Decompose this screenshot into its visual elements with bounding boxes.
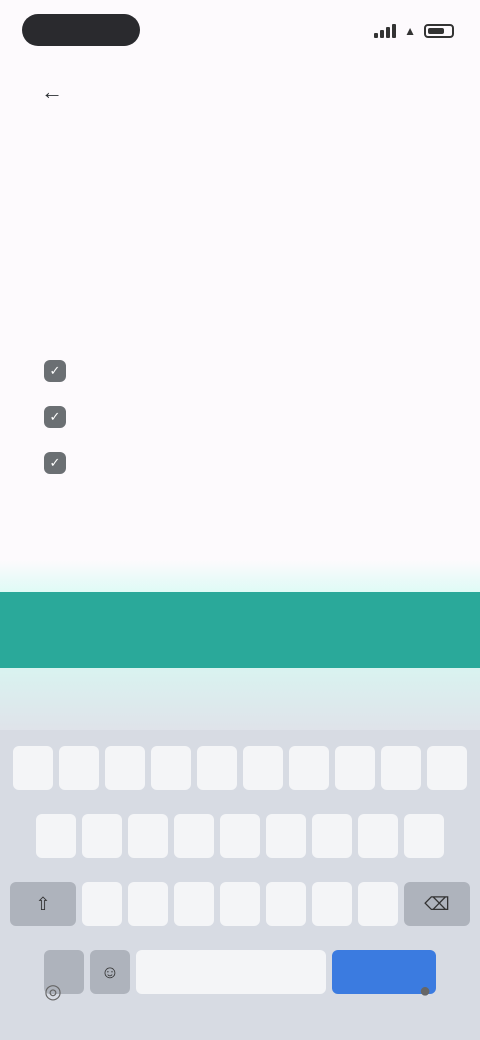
- arrow-left-icon: ←: [41, 79, 63, 104]
- keyboard-row-3: ⇧ ⌫: [0, 882, 480, 926]
- continue-button[interactable]: [0, 592, 480, 668]
- key[interactable]: [151, 746, 191, 790]
- key[interactable]: [266, 882, 306, 926]
- key[interactable]: [59, 746, 99, 790]
- list-item: ✓: [44, 394, 424, 440]
- key[interactable]: [174, 814, 214, 858]
- feature-list: ✓ ✓ ✓: [44, 348, 424, 486]
- space-key[interactable]: [136, 950, 326, 994]
- check-icon: ✓: [44, 360, 66, 382]
- key[interactable]: [243, 746, 283, 790]
- globe-icon[interactable]: ◎: [38, 976, 68, 1006]
- key[interactable]: [312, 814, 352, 858]
- check-icon: ✓: [44, 452, 66, 474]
- status-bar: ▲: [0, 0, 480, 62]
- backspace-key[interactable]: ⌫: [404, 882, 470, 926]
- key[interactable]: [197, 746, 237, 790]
- keyboard: ⇧ ⌫ ☺ ◎ ●: [0, 668, 480, 1040]
- key[interactable]: [312, 882, 352, 926]
- backspace-icon: ⌫: [424, 893, 450, 914]
- key[interactable]: [105, 746, 145, 790]
- key[interactable]: [128, 882, 168, 926]
- list-item: ✓: [44, 440, 424, 486]
- key[interactable]: [82, 814, 122, 858]
- signal-icon: [374, 24, 397, 38]
- key[interactable]: [381, 746, 421, 790]
- suggestion-bar: [0, 668, 480, 730]
- key[interactable]: [335, 746, 375, 790]
- key[interactable]: [36, 814, 76, 858]
- key[interactable]: [266, 814, 306, 858]
- status-icons: ▲: [374, 20, 454, 42]
- shift-key[interactable]: ⇧: [10, 882, 76, 926]
- key[interactable]: [358, 882, 398, 926]
- status-time-pill: [22, 14, 140, 46]
- key[interactable]: [174, 882, 214, 926]
- key[interactable]: [82, 882, 122, 926]
- keyboard-row-4: ☺: [0, 950, 480, 994]
- key[interactable]: [220, 882, 260, 926]
- battery-icon: [424, 24, 454, 38]
- keyboard-row-2: [0, 814, 480, 858]
- emoji-key[interactable]: ☺: [90, 950, 130, 994]
- key[interactable]: [13, 746, 53, 790]
- keyboard-row-1: [0, 746, 480, 790]
- key[interactable]: [128, 814, 168, 858]
- key[interactable]: [358, 814, 398, 858]
- shift-icon: ⇧: [35, 893, 51, 914]
- key[interactable]: [289, 746, 329, 790]
- wifi-icon: ▲: [404, 24, 416, 38]
- microphone-icon[interactable]: ●: [410, 976, 440, 1006]
- key[interactable]: [220, 814, 260, 858]
- list-item: ✓: [44, 348, 424, 394]
- emoji-icon: ☺: [100, 961, 120, 982]
- key[interactable]: [404, 814, 444, 858]
- check-icon: ✓: [44, 406, 66, 428]
- key[interactable]: [427, 746, 467, 790]
- back-button[interactable]: ←: [38, 78, 66, 106]
